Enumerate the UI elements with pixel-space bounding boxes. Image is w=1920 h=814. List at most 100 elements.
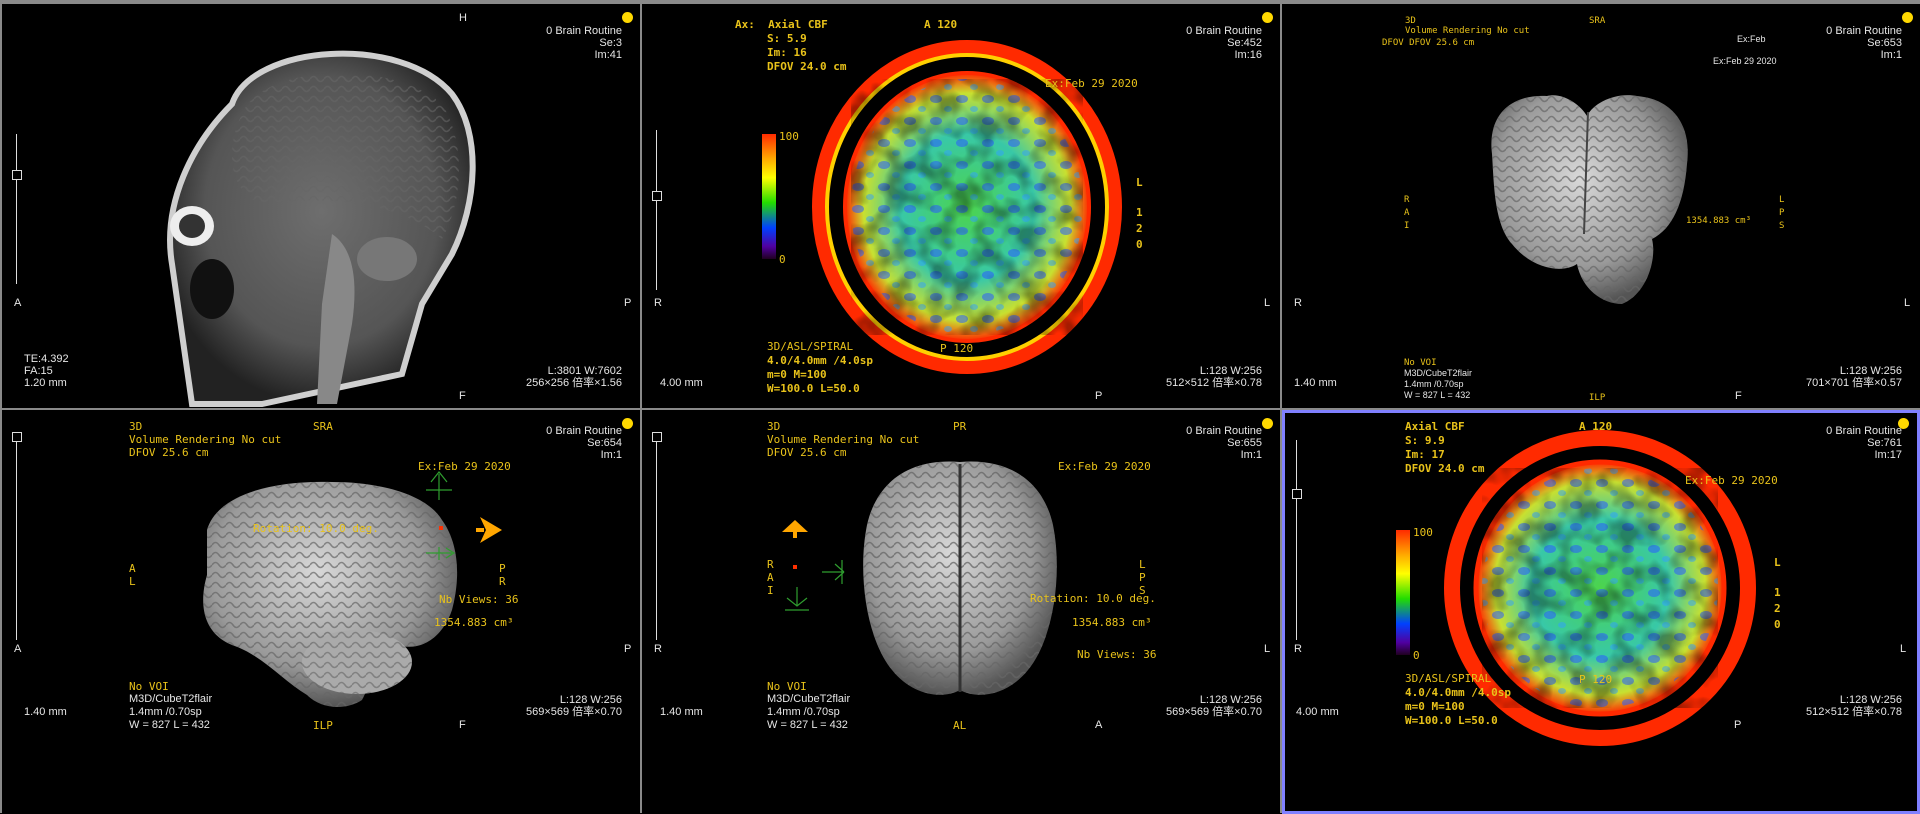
slice-thickness: 1.40 mm bbox=[1294, 377, 1337, 389]
exam-date: Ex:Feb 29 2020 bbox=[1045, 77, 1138, 90]
viewport-sagittal-t1[interactable]: H 0 Brain Routine Se:3 Im:41 A P TE:4.39… bbox=[2, 4, 640, 408]
cbf-map-image bbox=[1444, 430, 1756, 746]
slice-slider-track[interactable] bbox=[16, 134, 17, 284]
footer-line-1: 3D/ASL/SPIRAL bbox=[1405, 672, 1492, 685]
viewport-3d-lateral[interactable]: 3D Volume Rendering No cut DFOV 25.6 cm … bbox=[2, 410, 640, 814]
brain-3d-render bbox=[1491, 95, 1688, 305]
matrix-zoom: 569×569 倍率×0.70 bbox=[525, 706, 622, 718]
viewport-3d-frontal[interactable]: 3D Volume Rendering No cut DFOV DFOV 25.… bbox=[1282, 4, 1920, 408]
orientation-left: R bbox=[1294, 643, 1302, 655]
image-number: Im:1 bbox=[600, 449, 622, 461]
volume-label: 1354.883 cm³ bbox=[434, 616, 514, 629]
rotation-label: Rotation: 10.0 deg. bbox=[253, 522, 379, 535]
header-line-2: Volume Rendering No cut bbox=[767, 433, 920, 446]
orientation-right: L bbox=[1264, 643, 1271, 655]
slice-slider-handle[interactable] bbox=[652, 191, 662, 201]
bottom-mid-label: AL bbox=[953, 719, 967, 732]
side-label-0: 0 bbox=[1774, 618, 1781, 631]
footer-line-2: 4.0/4.0mm /4.0sp bbox=[767, 354, 873, 367]
inner-label: P 120 bbox=[1579, 673, 1613, 686]
rotation-label: Rotation: 10.0 deg. bbox=[1030, 592, 1156, 605]
header-line-3: Im: 16 bbox=[767, 46, 807, 59]
footer-line-2: 4.0/4.0mm /4.0sp bbox=[1405, 686, 1511, 699]
color-scale-bar bbox=[762, 134, 776, 259]
footer-line-1: 3D/ASL/SPIRAL bbox=[767, 340, 854, 353]
matrix-zoom: 701×701 倍率×0.57 bbox=[1805, 377, 1902, 389]
viewport-3d-top[interactable]: 3D Volume Rendering No cut DFOV 25.6 cm … bbox=[642, 410, 1280, 814]
left-axis-1: R bbox=[1404, 195, 1410, 205]
side-label-1: 1 bbox=[1136, 206, 1143, 219]
orientation-bottom: F bbox=[459, 390, 466, 402]
orientation-bottom: F bbox=[459, 719, 466, 731]
side-label-0: 0 bbox=[1136, 238, 1143, 251]
left-axis-3: I bbox=[767, 584, 774, 597]
slice-slider-track[interactable] bbox=[1296, 440, 1297, 640]
right-axis-2: R bbox=[499, 575, 506, 588]
scale-max: 100 bbox=[1413, 526, 1433, 539]
slice-slider-handle[interactable] bbox=[12, 432, 22, 442]
slice-slider-track[interactable] bbox=[656, 440, 657, 640]
orientation-right: L bbox=[1904, 297, 1911, 309]
right-axis-1: L bbox=[1139, 558, 1146, 571]
header-mid: A 120 bbox=[924, 18, 958, 31]
header-line-3: DFOV DFOV 25.6 cm bbox=[1382, 38, 1475, 48]
orientation-right: L bbox=[1900, 643, 1907, 655]
brain-3d-render bbox=[203, 471, 502, 707]
slice-slider-handle[interactable] bbox=[652, 432, 662, 442]
viewport-grid: H 0 Brain Routine Se:3 Im:41 A P TE:4.39… bbox=[0, 0, 1920, 814]
volume-label: 1354.883 cm³ bbox=[1686, 216, 1752, 226]
viewport-axial-cbf-active[interactable]: 100 0 Axial CBF A 120 S: 9.9 Im: 17 DFOV… bbox=[1282, 410, 1920, 814]
footer-line-1: No VOI bbox=[767, 680, 807, 693]
active-marker-icon bbox=[622, 12, 633, 23]
orientation-left: R bbox=[654, 297, 662, 309]
exam-date: Ex:Feb 29 2020 bbox=[418, 460, 511, 473]
slice-slider-track[interactable] bbox=[656, 130, 657, 290]
side-label-1: 1 bbox=[1774, 586, 1781, 599]
header-line-4: DFOV 24.0 cm bbox=[1405, 462, 1485, 475]
right-axis-3: S bbox=[1779, 221, 1785, 231]
active-marker-icon bbox=[1262, 12, 1273, 23]
header-line-3: DFOV 25.6 cm bbox=[129, 446, 209, 459]
slice-slider-handle[interactable] bbox=[1292, 489, 1302, 499]
left-axis-2: A bbox=[767, 571, 774, 584]
slice-thickness: 1.20 mm bbox=[24, 377, 67, 389]
left-axis-1: R bbox=[767, 558, 774, 571]
header-line-2: S: 5.9 bbox=[767, 32, 807, 45]
matrix-zoom: 512×512 倍率×0.78 bbox=[1165, 377, 1262, 389]
slice-slider-track[interactable] bbox=[16, 440, 17, 640]
side-label-l: L bbox=[1136, 176, 1143, 189]
footer-line-3: m=0 M=100 bbox=[767, 368, 827, 381]
footer-line-3: m=0 M=100 bbox=[1405, 700, 1465, 713]
slice-thickness: 4.00 mm bbox=[660, 377, 703, 389]
orientation-right: P bbox=[624, 297, 632, 309]
scale-min: 0 bbox=[779, 253, 786, 266]
header-mid: SRA bbox=[313, 420, 333, 433]
footer-line-3: 1.4mm /0.70sp bbox=[129, 706, 202, 718]
header-line-1: 3D bbox=[129, 420, 143, 433]
active-marker-icon bbox=[622, 418, 633, 429]
footer-line-4: W=100.0 L=50.0 bbox=[1405, 714, 1498, 727]
viewport-axial-cbf[interactable]: 100 0 Ax: Axial CBF A 120 S: 5.9 Im: 16 … bbox=[642, 4, 1280, 408]
image-number: Im:17 bbox=[1874, 449, 1902, 461]
matrix-zoom: 512×512 倍率×0.78 bbox=[1805, 706, 1902, 718]
bottom-mid-label: ILP bbox=[1589, 393, 1606, 403]
orientation-bottom: F bbox=[1735, 390, 1742, 402]
orientation-bottom: A bbox=[1095, 719, 1103, 731]
side-label-l: L bbox=[1774, 556, 1781, 569]
footer-line-4: W = 827 L = 432 bbox=[767, 719, 848, 731]
header-line-4: DFOV 24.0 cm bbox=[767, 60, 847, 73]
right-axis-2: P bbox=[1139, 571, 1146, 584]
header-line-1: Ax: Axial CBF bbox=[735, 18, 828, 31]
footer-line-2: M3D/CubeT2flair bbox=[767, 693, 851, 705]
matrix-zoom: 569×569 倍率×0.70 bbox=[1165, 706, 1262, 718]
header-line-3: DFOV 25.6 cm bbox=[767, 446, 847, 459]
side-label-2: 2 bbox=[1774, 602, 1781, 615]
footer-line-3: 1.4mm /0.70sp bbox=[767, 706, 840, 718]
footer-line-1: No VOI bbox=[129, 680, 169, 693]
slice-slider-handle[interactable] bbox=[12, 170, 22, 180]
side-label-2: 2 bbox=[1136, 222, 1143, 235]
exam-date: Ex:Feb 29 2020 bbox=[1058, 460, 1151, 473]
active-marker-icon bbox=[1902, 12, 1913, 23]
orientation-bottom: P bbox=[1734, 719, 1742, 731]
right-axis-1: L bbox=[1779, 195, 1785, 205]
